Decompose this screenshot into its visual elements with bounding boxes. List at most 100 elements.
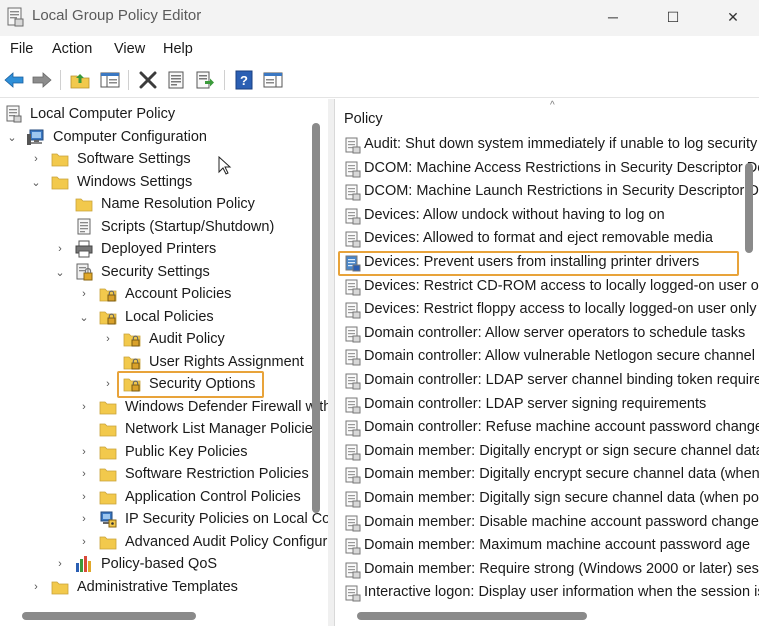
policy-row[interactable]: Devices: Allowed to format and eject rem…	[335, 228, 759, 251]
locked-folder-icon	[123, 356, 141, 370]
show-action-pane-button[interactable]	[261, 68, 285, 92]
policy-setting-icon	[345, 444, 361, 461]
policy-row[interactable]: DCOM: Machine Access Restrictions in Sec…	[335, 158, 759, 181]
expand-arrow-icon[interactable]: ›	[30, 148, 42, 170]
minimize-button[interactable]: ─	[590, 0, 636, 34]
tree-item-software-settings[interactable]: › Software Settings	[0, 148, 320, 170]
expand-arrow-icon[interactable]: ›	[54, 553, 66, 575]
folder-icon	[99, 423, 117, 437]
folder-icon	[51, 153, 69, 167]
policy-setting-icon	[345, 420, 361, 437]
policy-row[interactable]: Devices: Restrict CD-ROM access to local…	[335, 276, 759, 299]
show-hide-console-tree-button[interactable]	[98, 68, 122, 92]
tree-item-software-restriction-policies[interactable]: › Software Restriction Policies	[0, 463, 320, 485]
console-tree-pane[interactable]: Local Computer Policy ⌄ Computer Configu…	[0, 99, 328, 626]
tree-item-scripts[interactable]: Scripts (Startup/Shutdown)	[0, 216, 320, 238]
policy-row[interactable]: Domain controller: Refuse machine accoun…	[335, 417, 759, 440]
forward-button[interactable]	[30, 68, 54, 92]
up-one-level-button[interactable]	[68, 68, 92, 92]
expand-arrow-icon[interactable]: ›	[102, 328, 114, 350]
tree-item-application-control-policies[interactable]: › Application Control Policies	[0, 486, 320, 508]
tree-item-ip-security-policies[interactable]: › IP Security Policies on Local Computer	[0, 508, 328, 530]
tree-item-administrative-templates[interactable]: › Administrative Templates	[0, 576, 320, 598]
expand-arrow-icon[interactable]: ›	[78, 441, 90, 463]
expand-arrow-icon[interactable]: ›	[78, 396, 90, 418]
expand-arrow-icon[interactable]: ›	[78, 486, 90, 508]
tree-item-user-rights-assignment[interactable]: User Rights Assignment	[0, 351, 320, 373]
policy-setting-icon	[345, 161, 361, 178]
list-vertical-scrollbar-thumb[interactable]	[745, 163, 753, 253]
folder-icon	[75, 198, 93, 212]
tree-item-label: Administrative Templates	[77, 579, 238, 595]
tree-horizontal-scrollbar-thumb[interactable]	[22, 612, 196, 620]
tree-item-label: Advanced Audit Policy Configuration	[125, 534, 328, 550]
menu-help[interactable]: Help	[163, 41, 193, 57]
export-list-button[interactable]	[193, 68, 217, 92]
tree-item-deployed-printers[interactable]: › Deployed Printers	[0, 238, 320, 260]
tree-item-security-settings[interactable]: ⌄ Security Settings	[0, 261, 320, 283]
tree-item-computer-configuration[interactable]: ⌄ Computer Configuration	[0, 126, 320, 148]
svg-text:?: ?	[240, 73, 248, 88]
policy-row[interactable]: Domain member: Digitally encrypt or sign…	[335, 441, 759, 464]
menu-action[interactable]: Action	[52, 41, 92, 57]
menu-view[interactable]: View	[114, 41, 145, 57]
policy-doc-icon	[6, 105, 22, 123]
back-button[interactable]	[2, 68, 26, 92]
policy-row[interactable]: Domain controller: Allow server operator…	[335, 323, 759, 346]
delete-button[interactable]	[136, 68, 160, 92]
policy-row[interactable]: Devices: Restrict floppy access to local…	[335, 299, 759, 322]
column-header-policy[interactable]: ^ Policy	[335, 99, 759, 133]
expand-arrow-icon[interactable]: ›	[78, 508, 90, 530]
policy-row[interactable]: Audit: Shut down system immediately if u…	[335, 134, 759, 157]
collapse-arrow-icon[interactable]: ⌄	[54, 261, 66, 283]
expand-arrow-icon[interactable]: ›	[78, 531, 90, 553]
help-button[interactable]: ?	[232, 68, 256, 92]
policy-row[interactable]: Domain controller: LDAP server signing r…	[335, 394, 759, 417]
policy-row[interactable]: Domain member: Digitally encrypt secure …	[335, 464, 759, 487]
tree-item-network-list-manager[interactable]: Network List Manager Policies	[0, 418, 320, 440]
menu-file[interactable]: File	[10, 41, 33, 57]
policy-row-label: Domain controller: LDAP server channel b…	[364, 372, 759, 388]
expand-arrow-icon[interactable]: ›	[30, 576, 42, 598]
policy-row[interactable]: Domain member: Disable machine account p…	[335, 512, 759, 535]
tree-item-audit-policy[interactable]: › Audit Policy	[0, 328, 320, 350]
policy-row[interactable]: DCOM: Machine Launch Restrictions in Sec…	[335, 181, 759, 204]
tree-item-windows-settings[interactable]: ⌄ Windows Settings	[0, 171, 320, 193]
policy-row[interactable]: Domain member: Digitally sign secure cha…	[335, 488, 759, 511]
expand-arrow-icon[interactable]: ›	[102, 373, 114, 395]
expand-arrow-icon[interactable]: ›	[78, 463, 90, 485]
toolbar-separator	[60, 70, 61, 90]
close-button[interactable]: ✕	[710, 0, 756, 34]
properties-icon	[168, 71, 184, 89]
policy-row[interactable]: Domain member: Require strong (Windows 2…	[335, 559, 759, 582]
tree-item-windows-defender-firewall[interactable]: › Windows Defender Firewall with Advance…	[0, 396, 328, 418]
expand-arrow-icon[interactable]: ›	[78, 283, 90, 305]
tree-item-advanced-audit-policy[interactable]: › Advanced Audit Policy Configuration	[0, 531, 328, 553]
tree-vertical-scrollbar-thumb[interactable]	[312, 123, 320, 513]
policy-row[interactable]: Domain controller: LDAP server channel b…	[335, 370, 759, 393]
policy-row-label: Devices: Allowed to format and eject rem…	[364, 230, 713, 247]
selection-highlight	[117, 371, 264, 398]
policy-row-label: Domain member: Digitally encrypt secure …	[364, 466, 759, 483]
policy-row[interactable]: Devices: Allow undock without having to …	[335, 205, 759, 228]
collapse-arrow-icon[interactable]: ⌄	[6, 126, 18, 148]
properties-button[interactable]	[164, 68, 188, 92]
expand-arrow-icon[interactable]: ›	[54, 238, 66, 260]
policy-list-pane[interactable]: ^ Policy Audit: Shut down system immedia…	[334, 99, 759, 626]
tree-item-public-key-policies[interactable]: › Public Key Policies	[0, 441, 320, 463]
menu-bar: File Action View Help	[0, 36, 759, 62]
printer-icon	[75, 240, 93, 258]
tree-item-policy-based-qos[interactable]: › Policy-based QoS	[0, 553, 320, 575]
list-horizontal-scrollbar-thumb[interactable]	[357, 612, 587, 620]
tree-item-name-resolution-policy[interactable]: Name Resolution Policy	[0, 193, 320, 215]
policy-row[interactable]: Domain controller: Allow vulnerable Netl…	[335, 346, 759, 369]
policy-row[interactable]: Domain member: Maximum machine account p…	[335, 535, 759, 558]
tree-item-local-policies[interactable]: ⌄ Local Policies	[0, 306, 320, 328]
collapse-arrow-icon[interactable]: ⌄	[78, 306, 90, 328]
policy-row-label: Domain member: Require strong (Windows 2…	[364, 560, 759, 577]
maximize-button[interactable]: ☐	[650, 0, 696, 34]
tree-item-local-computer-policy[interactable]: Local Computer Policy	[0, 103, 320, 125]
collapse-arrow-icon[interactable]: ⌄	[30, 171, 42, 193]
tree-item-account-policies[interactable]: › Account Policies	[0, 283, 320, 305]
policy-row[interactable]: Interactive logon: Display user informat…	[335, 582, 759, 605]
